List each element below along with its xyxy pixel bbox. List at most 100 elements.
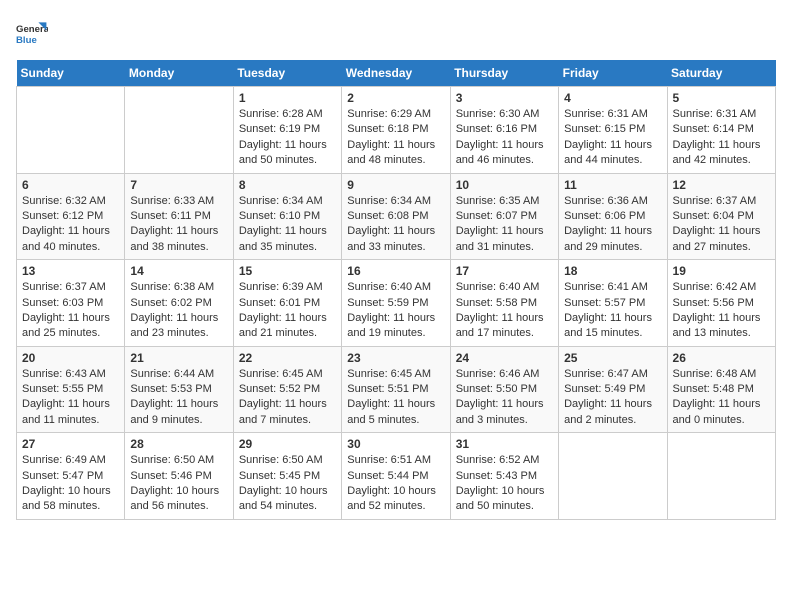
day-info: Sunrise: 6:40 AM Sunset: 5:59 PM Dayligh… bbox=[347, 280, 444, 342]
day-number: 19 bbox=[673, 264, 770, 278]
calendar-cell: 30 Sunrise: 6:51 AM Sunset: 5:44 PM Dayli… bbox=[342, 433, 450, 520]
logo-icon: General Blue bbox=[16, 16, 48, 48]
day-info: Sunrise: 6:35 AM Sunset: 6:07 PM Dayligh… bbox=[456, 194, 553, 256]
day-number: 8 bbox=[239, 178, 336, 192]
calendar-cell bbox=[559, 433, 667, 520]
day-info: Sunrise: 6:38 AM Sunset: 6:02 PM Dayligh… bbox=[130, 280, 227, 342]
calendar-cell: 3 Sunrise: 6:30 AM Sunset: 6:16 PM Daylig… bbox=[450, 87, 558, 174]
calendar-cell: 20 Sunrise: 6:43 AM Sunset: 5:55 PM Dayli… bbox=[17, 346, 125, 433]
weekday-header-sunday: Sunday bbox=[17, 60, 125, 87]
day-info: Sunrise: 6:51 AM Sunset: 5:44 PM Dayligh… bbox=[347, 453, 444, 515]
day-number: 24 bbox=[456, 351, 553, 365]
day-info: Sunrise: 6:34 AM Sunset: 6:10 PM Dayligh… bbox=[239, 194, 336, 256]
calendar-cell: 16 Sunrise: 6:40 AM Sunset: 5:59 PM Dayli… bbox=[342, 260, 450, 347]
day-number: 16 bbox=[347, 264, 444, 278]
calendar-cell: 22 Sunrise: 6:45 AM Sunset: 5:52 PM Dayli… bbox=[233, 346, 341, 433]
day-info: Sunrise: 6:34 AM Sunset: 6:08 PM Dayligh… bbox=[347, 194, 444, 256]
calendar-cell: 10 Sunrise: 6:35 AM Sunset: 6:07 PM Dayli… bbox=[450, 173, 558, 260]
day-info: Sunrise: 6:46 AM Sunset: 5:50 PM Dayligh… bbox=[456, 367, 553, 429]
day-info: Sunrise: 6:47 AM Sunset: 5:49 PM Dayligh… bbox=[564, 367, 661, 429]
weekday-header-wednesday: Wednesday bbox=[342, 60, 450, 87]
day-number: 25 bbox=[564, 351, 661, 365]
calendar-cell: 14Sunrise: 6:38 AM Sunset: 6:02 PM Dayli… bbox=[125, 260, 233, 347]
day-number: 29 bbox=[239, 437, 336, 451]
calendar-cell: 2Sunrise: 6:29 AM Sunset: 6:18 PM Daylig… bbox=[342, 87, 450, 174]
day-info: Sunrise: 6:45 AM Sunset: 5:51 PM Dayligh… bbox=[347, 367, 444, 429]
day-number: 26 bbox=[673, 351, 770, 365]
day-number: 22 bbox=[239, 351, 336, 365]
day-number: 23 bbox=[347, 351, 444, 365]
calendar-cell bbox=[667, 433, 775, 520]
calendar-cell: 8 Sunrise: 6:34 AM Sunset: 6:10 PM Daylig… bbox=[233, 173, 341, 260]
calendar-cell: 19Sunrise: 6:42 AM Sunset: 5:56 PM Dayli… bbox=[667, 260, 775, 347]
day-number: 15 bbox=[239, 264, 336, 278]
calendar-cell: 28 Sunrise: 6:50 AM Sunset: 5:46 PM Dayli… bbox=[125, 433, 233, 520]
day-number: 18 bbox=[564, 264, 661, 278]
day-info: Sunrise: 6:50 AM Sunset: 5:45 PM Dayligh… bbox=[239, 453, 336, 515]
calendar-cell: 25 Sunrise: 6:47 AM Sunset: 5:49 PM Dayli… bbox=[559, 346, 667, 433]
day-info: Sunrise: 6:40 AM Sunset: 5:58 PM Dayligh… bbox=[456, 280, 553, 342]
day-number: 1 bbox=[239, 91, 336, 105]
day-number: 30 bbox=[347, 437, 444, 451]
calendar-cell: 11 Sunrise: 6:36 AM Sunset: 6:06 PM Dayli… bbox=[559, 173, 667, 260]
day-number: 5 bbox=[673, 91, 770, 105]
day-number: 11 bbox=[564, 178, 661, 192]
calendar-cell: 23 Sunrise: 6:45 AM Sunset: 5:51 PM Dayli… bbox=[342, 346, 450, 433]
day-info: Sunrise: 6:43 AM Sunset: 5:55 PM Dayligh… bbox=[22, 367, 119, 429]
logo: General Blue bbox=[16, 16, 52, 48]
calendar-cell: 13 Sunrise: 6:37 AM Sunset: 6:03 PM Dayli… bbox=[17, 260, 125, 347]
calendar-cell: 5 Sunrise: 6:31 AM Sunset: 6:14 PM Daylig… bbox=[667, 87, 775, 174]
day-info: Sunrise: 6:36 AM Sunset: 6:06 PM Dayligh… bbox=[564, 194, 661, 256]
day-number: 27 bbox=[22, 437, 119, 451]
day-info: Sunrise: 6:30 AM Sunset: 6:16 PM Dayligh… bbox=[456, 107, 553, 169]
week-row-5: 27 Sunrise: 6:49 AM Sunset: 5:47 PM Dayli… bbox=[17, 433, 776, 520]
day-number: 3 bbox=[456, 91, 553, 105]
calendar-cell: 1 Sunrise: 6:28 AM Sunset: 6:19 PM Daylig… bbox=[233, 87, 341, 174]
day-info: Sunrise: 6:28 AM Sunset: 6:19 PM Dayligh… bbox=[239, 107, 336, 169]
calendar-cell: 17Sunrise: 6:40 AM Sunset: 5:58 PM Dayli… bbox=[450, 260, 558, 347]
day-info: Sunrise: 6:31 AM Sunset: 6:15 PM Dayligh… bbox=[564, 107, 661, 169]
calendar-header-row: SundayMondayTuesdayWednesdayThursdayFrid… bbox=[17, 60, 776, 87]
day-number: 7 bbox=[130, 178, 227, 192]
calendar-cell: 26 Sunrise: 6:48 AM Sunset: 5:48 PM Dayli… bbox=[667, 346, 775, 433]
weekday-header-monday: Monday bbox=[125, 60, 233, 87]
calendar-table: SundayMondayTuesdayWednesdayThursdayFrid… bbox=[16, 60, 776, 520]
week-row-2: 6Sunrise: 6:32 AM Sunset: 6:12 PM Daylig… bbox=[17, 173, 776, 260]
calendar-cell bbox=[125, 87, 233, 174]
day-number: 20 bbox=[22, 351, 119, 365]
day-info: Sunrise: 6:49 AM Sunset: 5:47 PM Dayligh… bbox=[22, 453, 119, 515]
day-info: Sunrise: 6:48 AM Sunset: 5:48 PM Dayligh… bbox=[673, 367, 770, 429]
day-number: 10 bbox=[456, 178, 553, 192]
calendar-cell bbox=[17, 87, 125, 174]
day-info: Sunrise: 6:45 AM Sunset: 5:52 PM Dayligh… bbox=[239, 367, 336, 429]
day-number: 12 bbox=[673, 178, 770, 192]
svg-text:Blue: Blue bbox=[16, 35, 37, 46]
calendar-cell: 29 Sunrise: 6:50 AM Sunset: 5:45 PM Dayli… bbox=[233, 433, 341, 520]
calendar-cell: 9 Sunrise: 6:34 AM Sunset: 6:08 PM Daylig… bbox=[342, 173, 450, 260]
day-info: Sunrise: 6:37 AM Sunset: 6:03 PM Dayligh… bbox=[22, 280, 119, 342]
day-number: 28 bbox=[130, 437, 227, 451]
day-info: Sunrise: 6:29 AM Sunset: 6:18 PM Dayligh… bbox=[347, 107, 444, 169]
weekday-header-saturday: Saturday bbox=[667, 60, 775, 87]
day-number: 13 bbox=[22, 264, 119, 278]
calendar-cell: 4 Sunrise: 6:31 AM Sunset: 6:15 PM Daylig… bbox=[559, 87, 667, 174]
calendar-cell: 6Sunrise: 6:32 AM Sunset: 6:12 PM Daylig… bbox=[17, 173, 125, 260]
week-row-4: 20 Sunrise: 6:43 AM Sunset: 5:55 PM Dayli… bbox=[17, 346, 776, 433]
calendar-cell: 31Sunrise: 6:52 AM Sunset: 5:43 PM Dayli… bbox=[450, 433, 558, 520]
day-number: 9 bbox=[347, 178, 444, 192]
day-info: Sunrise: 6:33 AM Sunset: 6:11 PM Dayligh… bbox=[130, 194, 227, 256]
day-info: Sunrise: 6:31 AM Sunset: 6:14 PM Dayligh… bbox=[673, 107, 770, 169]
calendar-cell: 24 Sunrise: 6:46 AM Sunset: 5:50 PM Dayli… bbox=[450, 346, 558, 433]
calendar-cell: 15Sunrise: 6:39 AM Sunset: 6:01 PM Dayli… bbox=[233, 260, 341, 347]
calendar-cell: 21Sunrise: 6:44 AM Sunset: 5:53 PM Dayli… bbox=[125, 346, 233, 433]
day-number: 21 bbox=[130, 351, 227, 365]
weekday-header-friday: Friday bbox=[559, 60, 667, 87]
day-number: 4 bbox=[564, 91, 661, 105]
calendar-cell: 12Sunrise: 6:37 AM Sunset: 6:04 PM Dayli… bbox=[667, 173, 775, 260]
week-row-1: 1 Sunrise: 6:28 AM Sunset: 6:19 PM Daylig… bbox=[17, 87, 776, 174]
calendar-cell: 18Sunrise: 6:41 AM Sunset: 5:57 PM Dayli… bbox=[559, 260, 667, 347]
weekday-header-thursday: Thursday bbox=[450, 60, 558, 87]
day-info: Sunrise: 6:50 AM Sunset: 5:46 PM Dayligh… bbox=[130, 453, 227, 515]
day-number: 31 bbox=[456, 437, 553, 451]
weekday-header-tuesday: Tuesday bbox=[233, 60, 341, 87]
